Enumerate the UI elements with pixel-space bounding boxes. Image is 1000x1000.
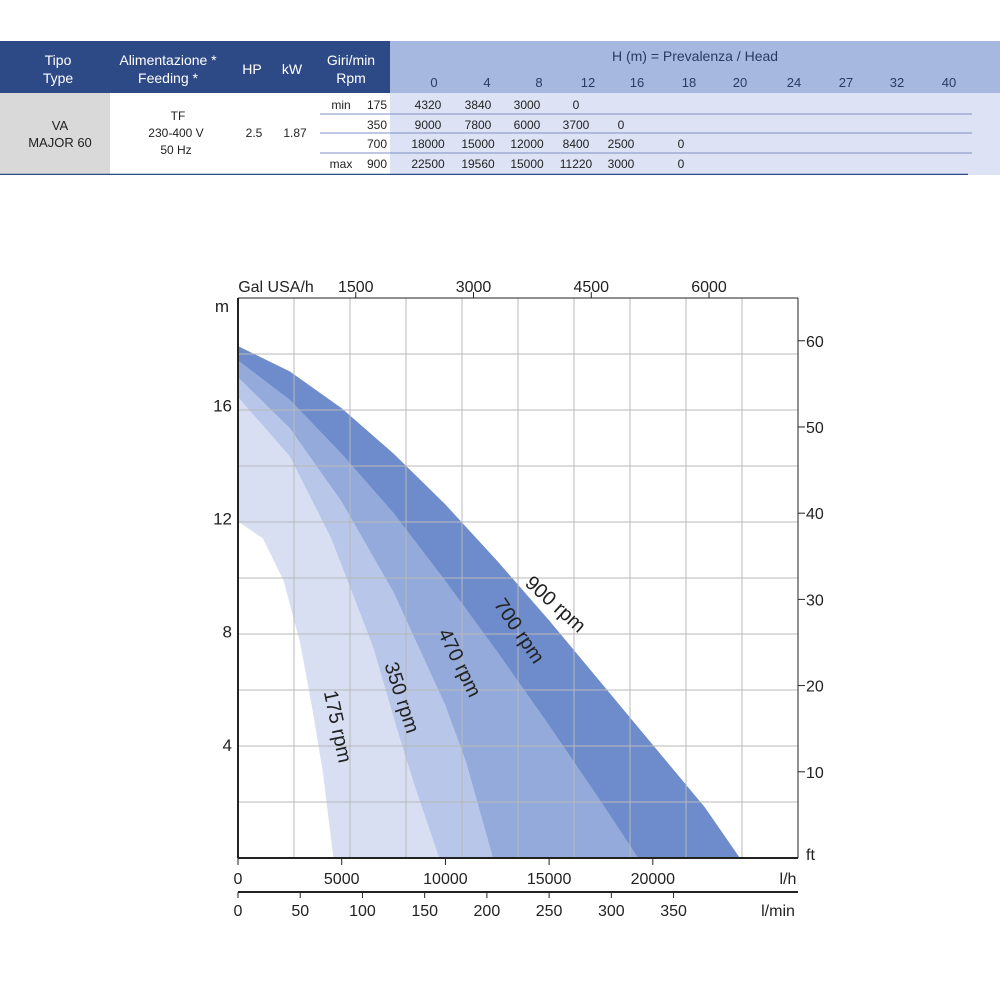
gal-tick-label: 3000	[456, 279, 492, 296]
flow-value: 18000	[411, 137, 445, 151]
y-tick-label: 16	[213, 396, 232, 415]
ft-tick-label: 30	[806, 592, 824, 609]
header-head-title: H (m) = Prevalenza / Head	[612, 48, 778, 64]
lmin-tick-label: 150	[411, 903, 438, 920]
x-tick-label: 15000	[527, 871, 572, 888]
x-tick-label: 20000	[631, 871, 676, 888]
y-tick-label: 12	[213, 510, 232, 529]
head-value: 0	[430, 75, 437, 90]
performance-chart-graphic: 4 8 12 16 m 0 5000 10000 15000 20000 l/h 0 50 100 150 2…	[213, 279, 824, 920]
flow-value: 3840	[465, 98, 492, 112]
flow-value: 3000	[514, 98, 541, 112]
kw-value: 1.87	[283, 126, 307, 140]
flow-value: 9000	[415, 118, 442, 132]
x-unit-label: l/h	[780, 871, 797, 888]
feeding-line-1: TF	[171, 109, 186, 123]
flow-value: 19560	[461, 157, 495, 171]
header-type: Type	[43, 70, 74, 86]
chart-areas	[238, 346, 740, 858]
head-value: 20	[733, 75, 747, 90]
gal-unit-label: Gal USA/h	[238, 279, 314, 296]
ft-tick-label: 60	[806, 334, 824, 351]
head-value: 12	[581, 75, 595, 90]
header-kw: kW	[282, 61, 303, 77]
row-rpm: 900	[367, 157, 387, 171]
head-value: 24	[787, 75, 801, 90]
lmin-tick-label: 300	[598, 903, 625, 920]
flow-value: 3000	[608, 157, 635, 171]
head-value: 16	[630, 75, 644, 90]
gal-tick-label: 1500	[338, 279, 374, 296]
header-feeding: Feeding *	[138, 70, 198, 86]
head-value: 32	[890, 75, 904, 90]
flow-value: 12000	[510, 137, 544, 151]
lmin-tick-label: 200	[474, 903, 501, 920]
header-hp: HP	[242, 61, 261, 77]
head-value: 4	[483, 75, 490, 90]
row-speed-label: min	[331, 98, 350, 112]
lmin-tick-label: 0	[234, 903, 243, 920]
row-rpm: 700	[367, 137, 387, 151]
x-tick-label: 0	[234, 871, 243, 888]
head-value: 40	[942, 75, 956, 90]
x-tick-label: 5000	[324, 871, 360, 888]
spec-table: Tipo Type Alimentazione * Feeding * HP k…	[0, 41, 1000, 175]
x-tick-label: 10000	[423, 871, 468, 888]
flow-value: 4320	[415, 98, 442, 112]
gal-tick-label: 6000	[691, 279, 727, 296]
ft-tick-label: 20	[806, 679, 824, 696]
header-rpm: Rpm	[336, 70, 366, 86]
ft-unit-label: ft	[806, 847, 815, 864]
flow-value: 11220	[560, 157, 593, 171]
flow-value: 6000	[514, 118, 541, 132]
flow-value: 22500	[411, 157, 445, 171]
ft-tick-label: 40	[806, 506, 824, 523]
lmin-unit-label: l/min	[761, 903, 795, 920]
lmin-tick-label: 250	[536, 903, 563, 920]
model-line-2: MAJOR 60	[28, 135, 92, 150]
feeding-line-3: 50 Hz	[160, 143, 191, 157]
flow-value: 3700	[563, 118, 590, 132]
model-line-1: VA	[52, 118, 69, 133]
header-giri: Giri/min	[327, 52, 375, 68]
hp-value: 2.5	[246, 126, 263, 140]
spec-table-graphic: Tipo Type Alimentazione * Feeding * HP k…	[0, 41, 1000, 175]
y-tick-label: 4	[223, 736, 232, 755]
feeding-line-2: 230-400 V	[148, 126, 203, 140]
flow-value: 0	[573, 98, 580, 112]
flow-value: 8400	[563, 137, 590, 151]
row-rpm: 350	[367, 118, 387, 132]
y-tick-label: 8	[223, 623, 232, 642]
y-unit-label: m	[215, 297, 229, 316]
ft-tick-label: 10	[806, 765, 824, 782]
flow-value: 0	[678, 137, 685, 151]
flow-value: 15000	[510, 157, 544, 171]
row-rpm: 175	[367, 98, 387, 112]
head-value: 27	[839, 75, 853, 90]
header-tipo: Tipo	[45, 52, 72, 68]
gal-tick-label: 4500	[573, 279, 609, 296]
flow-value: 0	[678, 157, 685, 171]
header-alimentazione: Alimentazione *	[119, 52, 217, 68]
flow-value: 0	[618, 118, 625, 132]
flow-value: 7800	[465, 118, 492, 132]
lmin-tick-label: 100	[349, 903, 376, 920]
model-cell	[0, 93, 110, 175]
lmin-tick-label: 50	[291, 903, 309, 920]
lmin-tick-label: 350	[660, 903, 687, 920]
head-value: 8	[535, 75, 542, 90]
flow-value: 15000	[461, 137, 495, 151]
row-speed-label: max	[330, 157, 353, 171]
flow-value: 2500	[608, 137, 635, 151]
head-value: 18	[682, 75, 696, 90]
performance-chart: 4 8 12 16 m 0 5000 10000 15000 20000 l/h 0 50 100 150 2…	[0, 260, 1000, 960]
ft-tick-label: 50	[806, 420, 824, 437]
